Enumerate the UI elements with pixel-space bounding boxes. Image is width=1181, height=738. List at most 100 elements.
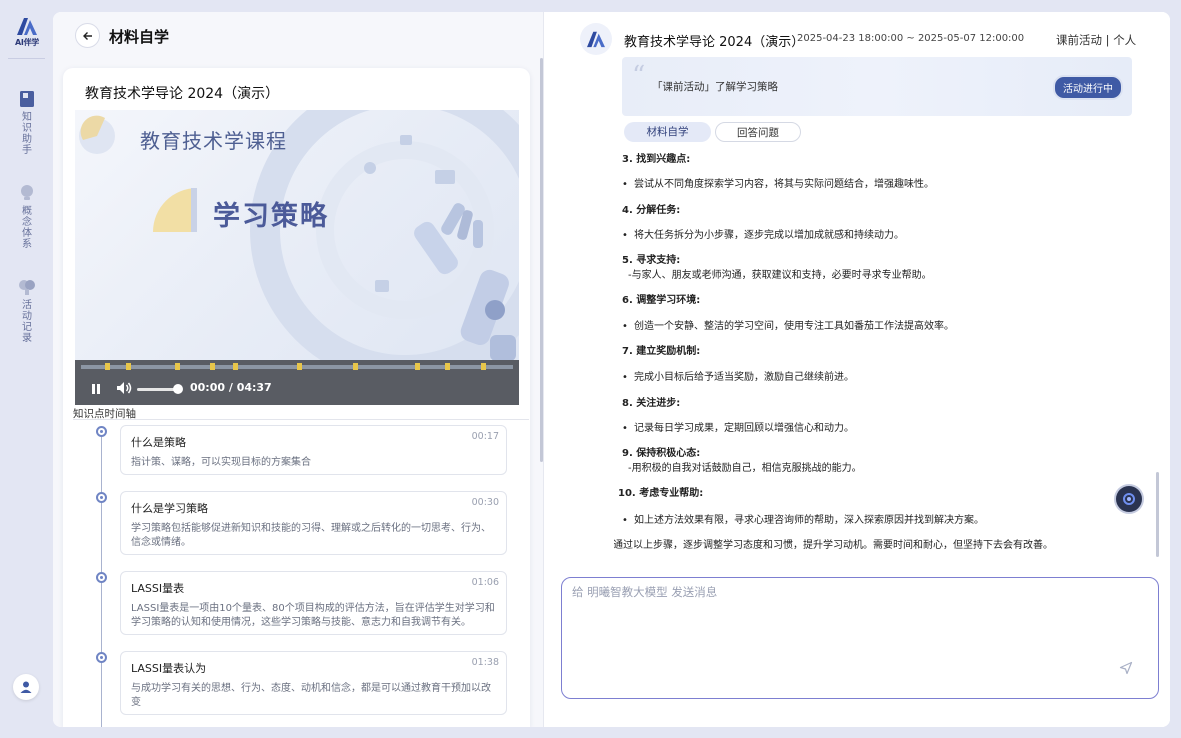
chat-area: 教育技术学导论 2024（演示） 2025-04-23 18:00:00 ~ 2…	[544, 12, 1170, 727]
timeline-divider	[73, 419, 529, 420]
step-bullet: 如上述方法效果有限，寻求心理咨询师的帮助，深入探索原因并找到解决方案。	[622, 513, 984, 528]
knowledge-point-marker[interactable]	[481, 363, 486, 370]
knowledge-point-marker[interactable]	[233, 363, 238, 370]
timeline-dot	[96, 426, 107, 437]
pause-icon	[92, 384, 100, 394]
activity-status-badge[interactable]: 活动进行中	[1053, 75, 1123, 100]
material-panel-area: 材料自学 教育技术学导论 2024（演示） 教育技术学课程 学习策略 00:00…	[53, 12, 543, 727]
knowledge-point-marker[interactable]	[210, 363, 215, 370]
message-input-box	[561, 577, 1159, 699]
volume-slider-knob[interactable]	[173, 384, 183, 394]
book-icon	[18, 90, 36, 108]
page-title: 材料自学	[109, 28, 170, 46]
step-heading: 7. 建立奖励机制:	[622, 346, 701, 357]
activity-banner: “ 「课前活动」了解学习策略 活动进行中	[622, 57, 1132, 116]
user-avatar-button[interactable]	[13, 674, 39, 700]
volume-icon	[117, 382, 132, 394]
timeline-item-time: 01:06	[471, 577, 499, 588]
back-button[interactable]	[75, 23, 100, 48]
video-controls: 00:00 / 04:37	[75, 360, 519, 405]
timeline-item-time: 01:38	[471, 657, 499, 668]
timeline-item-time: 00:30	[471, 497, 499, 508]
video-time-display: 00:00 / 04:37	[190, 381, 272, 394]
panel-title: 教育技术学导论 2024（演示）	[85, 86, 280, 102]
timeline-item-title: 什么是策略	[131, 436, 186, 449]
knowledge-point-marker[interactable]	[297, 363, 302, 370]
user-icon	[20, 681, 32, 693]
arrow-left-icon	[82, 31, 92, 40]
video-topic-heading: 学习策略	[213, 201, 329, 232]
main-card: 材料自学 教育技术学导论 2024（演示） 教育技术学课程 学习策略 00:00…	[53, 12, 1170, 727]
timeline-dot	[96, 572, 107, 583]
step-bullet: 创造一个安静、整洁的学习空间，使用专注工具如番茄工作法提高效率。	[622, 319, 954, 334]
timeline-item-desc: 学习策略包括能够促进新知识和技能的习得、理解或之后转化的一切思考、行为、信念或情…	[131, 523, 491, 548]
left-rail: AI伴学 知识助手 概念体系 活动记录	[0, 0, 53, 738]
rail-item-knowledge-assistant[interactable]: 知识助手	[6, 90, 48, 156]
bulb-icon	[18, 184, 36, 202]
rail-item-label: 概念体系	[22, 206, 32, 250]
link-personal[interactable]: 个人	[1113, 33, 1136, 47]
link-separator: |	[1105, 33, 1110, 47]
timeline-item-desc: LASSI量表是一项由10个量表、80个项目构成的评估方法，旨在评估学生对学习和…	[131, 603, 495, 628]
timeline-dot	[96, 652, 107, 663]
chat-response: 3. 找到兴趣点: 尝试从不同角度探索学习内容，将其与实际问题结合，增强趣味性。…	[614, 152, 1144, 562]
logo-mark-icon	[17, 18, 37, 35]
rail-divider	[8, 58, 45, 59]
message-input[interactable]	[572, 584, 1112, 664]
timeline-item-desc: 与成功学习有关的思想、行为、态度、动机和信念，都是可以通过教育干预加以改变	[131, 683, 491, 708]
video-player[interactable]: 教育技术学课程 学习策略 00:00 / 04:37	[75, 110, 519, 405]
timeline-item[interactable]: 什么是策略 00:17 指计策、谋略，可以实现目标的方案集合	[120, 425, 507, 475]
tab-material-study[interactable]: 材料自学	[624, 122, 711, 142]
link-pre-class-activity[interactable]: 课前活动	[1056, 33, 1102, 47]
tab-answer-questions[interactable]: 回答问题	[715, 122, 801, 142]
rail-item-label: 活动记录	[22, 300, 32, 344]
knowledge-point-marker[interactable]	[105, 363, 110, 370]
step-heading: 8. 关注进步:	[622, 398, 681, 409]
timeline-item[interactable]: LASSI量表 01:06 LASSI量表是一项由10个量表、80个项目构成的评…	[120, 571, 507, 635]
knowledge-timeline: 什么是策略 00:17 指计策、谋略，可以实现目标的方案集合 什么是学习策略 0…	[63, 424, 530, 727]
activity-date-range: 2025-04-23 18:00:00 ~ 2025-05-07 12:00:0…	[797, 33, 1025, 44]
app-logo[interactable]: AI伴学	[9, 16, 45, 48]
timeline-dot	[96, 492, 107, 503]
timeline-item[interactable]: 什么是学习策略 00:30 学习策略包括能够促进新知识和技能的习得、理解或之后转…	[120, 491, 507, 555]
timeline-item-title: LASSI量表	[131, 582, 185, 595]
knowledge-point-marker[interactable]	[415, 363, 420, 370]
step-heading: 5. 寻求支持:	[622, 255, 681, 266]
video-course-heading: 教育技术学课程	[140, 129, 287, 153]
send-button[interactable]	[1115, 657, 1137, 679]
knowledge-point-marker[interactable]	[175, 363, 180, 370]
chat-scrollbar[interactable]	[1156, 472, 1159, 557]
pause-button[interactable]	[89, 382, 103, 396]
record-icon	[18, 278, 36, 296]
step-heading: 3. 找到兴趣点:	[622, 154, 691, 165]
course-logo	[580, 23, 612, 55]
step-heading: 10. 考虑专业帮助:	[618, 488, 704, 499]
step-heading: 4. 分解任务:	[622, 205, 681, 216]
video-frame[interactable]: 教育技术学课程 学习策略	[75, 110, 519, 360]
material-panel: 教育技术学导论 2024（演示） 教育技术学课程 学习策略 00:00 / 04…	[63, 68, 530, 727]
activity-banner-text: 「课前活动」了解学习策略	[652, 81, 778, 93]
header-links: 课前活动 | 个人	[1056, 32, 1136, 48]
rail-item-concept-system[interactable]: 概念体系	[6, 184, 48, 250]
step-bullet: 完成小目标后给予适当奖励，激励自己继续前进。	[622, 370, 854, 385]
knowledge-point-marker[interactable]	[126, 363, 131, 370]
timeline-item[interactable]: LASSI量表认为 01:38 与成功学习有关的思想、行为、态度、动机和信念，都…	[120, 651, 507, 715]
step-bullet: 记录每日学习成果，定期回顾以增强信心和动力。	[622, 421, 854, 436]
course-title: 教育技术学导论 2024（演示）	[624, 35, 805, 50]
timeline-item-title: LASSI量表认为	[131, 662, 207, 675]
volume-button[interactable]	[115, 380, 133, 396]
knowledge-point-marker[interactable]	[445, 363, 450, 370]
timeline-item-desc: 指计策、谋略，可以实现目标的方案集合	[131, 457, 311, 468]
rail-item-activity-record[interactable]: 活动记录	[6, 278, 48, 344]
assistant-float-button[interactable]	[1116, 486, 1142, 512]
knowledge-point-marker[interactable]	[353, 363, 358, 370]
rail-item-label: 知识助手	[22, 112, 32, 156]
quote-icon: “	[632, 61, 646, 91]
send-icon	[1119, 661, 1133, 675]
conclusion-text: 通过以上步骤，逐步调整学习态度和习惯，提升学习动机。需要时间和耐心，但坚持下去会…	[614, 540, 1053, 551]
timeline-item-title: 什么是学习策略	[131, 502, 208, 515]
step-heading: 6. 调整学习环境:	[622, 295, 701, 306]
step-sub-text: -用积极的自我对话鼓励自己，相信克服挑战的能力。	[628, 463, 862, 474]
step-heading: 9. 保持积极心态:	[622, 448, 701, 459]
logo-mark-icon	[587, 31, 605, 48]
